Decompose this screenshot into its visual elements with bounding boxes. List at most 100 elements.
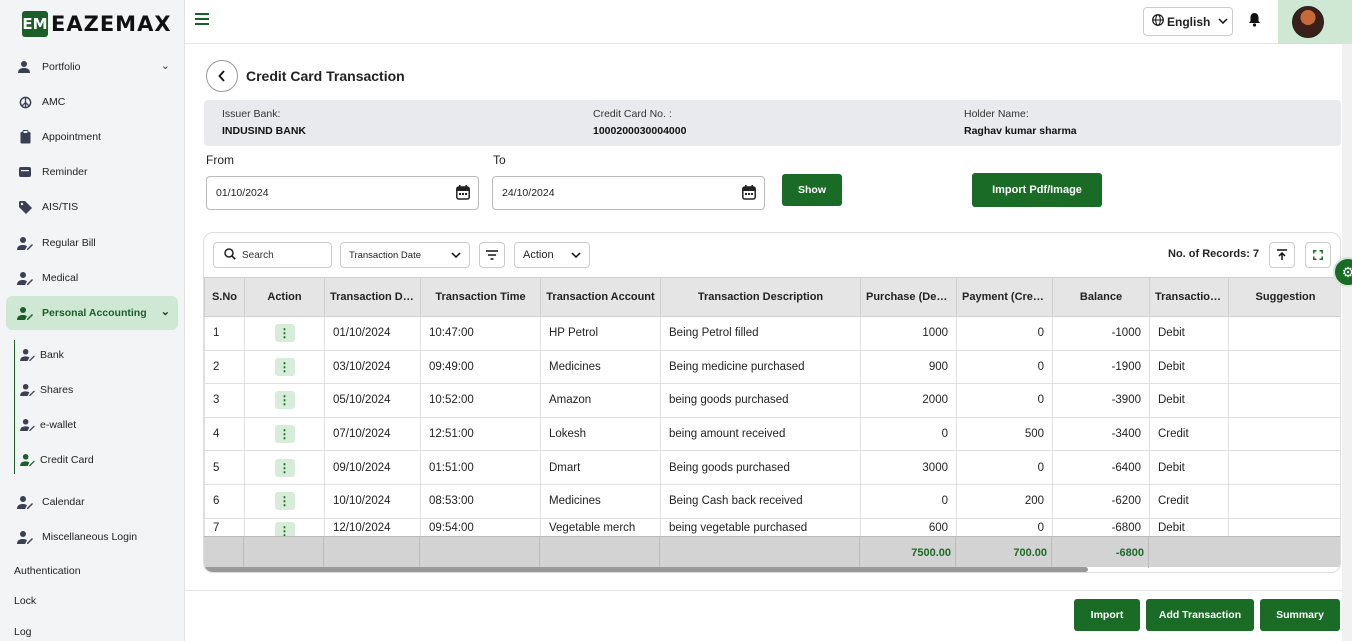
back-button[interactable]	[206, 60, 238, 92]
totals-cell	[660, 537, 860, 568]
table-row[interactable]: 6 ⋮ 10/10/2024 08:53:00 Medicines Being …	[204, 483, 1340, 519]
sidebar-item-label: Personal Accounting	[42, 307, 147, 319]
cell-action: ⋮	[244, 450, 325, 485]
sidebar-item-authentication[interactable]: Authentication	[14, 565, 81, 577]
sidebar-subitem-bank[interactable]: Bank	[18, 342, 64, 368]
column-header[interactable]: Transaction Date	[324, 277, 421, 317]
column-header[interactable]: Action	[244, 277, 325, 317]
column-header[interactable]: Suggestion	[1228, 277, 1340, 317]
sidebar-item-label: Regular Bill	[42, 237, 96, 249]
sidebar-item-amc[interactable]: AMC	[6, 85, 178, 119]
more-vertical-icon[interactable]: ⋮	[274, 391, 295, 410]
sidebar-item-label: Medical	[42, 272, 79, 284]
cell-time: 10:52:00	[420, 383, 541, 418]
sidebar-item-portfolio[interactable]: Portfolio ⌄	[6, 50, 178, 84]
tag-icon	[14, 200, 36, 214]
sidebar-subitem-credit-card[interactable]: Credit Card	[18, 447, 94, 473]
table-row[interactable]: 1 ⋮ 01/10/2024 10:47:00 HP Petrol Being …	[204, 316, 1340, 351]
bell-icon[interactable]	[1248, 12, 1261, 32]
cell-suggestion	[1228, 316, 1340, 351]
table-row[interactable]: 3 ⋮ 05/10/2024 10:52:00 Amazon being goo…	[204, 383, 1340, 418]
sidebar-subitem-label: Shares	[40, 384, 74, 396]
total-purchase: 7500.00	[860, 537, 956, 568]
sidebar-item-personal-accounting[interactable]: Personal Accounting ⌄	[6, 296, 178, 330]
sidebar-item-reminder[interactable]: Reminder	[6, 155, 178, 189]
user-edit-icon	[18, 454, 36, 466]
cell-purchase: 1000	[860, 316, 957, 351]
column-header[interactable]: Transaction Time	[420, 277, 541, 317]
sidebar-item-lock[interactable]: Lock	[14, 595, 36, 607]
cell-sno: 5	[204, 450, 245, 485]
column-header[interactable]: Transaction Type	[1149, 277, 1229, 317]
table-row[interactable]: 4 ⋮ 07/10/2024 12:51:00 Lokesh being amo…	[204, 416, 1340, 452]
action-select[interactable]: Action	[514, 242, 590, 268]
sidebar-subitem-e-wallet[interactable]: e-wallet	[18, 412, 76, 438]
add-transaction-button[interactable]: Add Transaction	[1146, 599, 1254, 631]
sidebar-subitem-label: Bank	[40, 349, 64, 361]
sidebar-item-calendar[interactable]: Calendar	[6, 485, 178, 519]
sidebar-item-ais-tis[interactable]: AIS/TIS	[6, 190, 178, 224]
cell-date: 03/10/2024	[324, 349, 421, 385]
column-header[interactable]: Balance	[1052, 277, 1150, 317]
calendar-icon[interactable]	[456, 185, 470, 203]
import-pdf-button[interactable]: Import Pdf/Image	[972, 173, 1102, 207]
reminder-icon	[14, 167, 36, 177]
language-select[interactable]: English	[1143, 7, 1233, 36]
sidebar-item-medical[interactable]: Medical	[6, 261, 178, 295]
column-header[interactable]: Transaction Account	[540, 277, 661, 317]
sidebar-item-miscellaneous-login[interactable]: Miscellaneous Login	[6, 520, 178, 554]
from-date-field[interactable]: 01/10/2024	[206, 176, 479, 210]
brand-logo[interactable]: EM EAZEMAX	[22, 11, 172, 37]
summary-button[interactable]: Summary	[1260, 599, 1340, 631]
column-header[interactable]: S.No	[204, 277, 245, 317]
cell-description: Being Cash back received	[660, 483, 861, 519]
sidebar-item-regular-bill[interactable]: Regular Bill	[6, 226, 178, 260]
profile-area[interactable]	[1278, 0, 1352, 44]
column-header[interactable]: Transaction Description	[660, 277, 861, 317]
submenu-line	[14, 340, 15, 474]
cell-purchase: 0	[860, 483, 957, 519]
cell-payment: 0	[956, 349, 1053, 385]
sidebar-item-log[interactable]: Log	[14, 626, 32, 638]
more-vertical-icon[interactable]: ⋮	[274, 357, 295, 376]
scroll-top-icon[interactable]	[1269, 242, 1295, 268]
sidebar-item-appointment[interactable]: Appointment	[6, 120, 178, 154]
import-button[interactable]: Import	[1074, 599, 1140, 631]
column-header[interactable]: Payment (Credit)	[956, 277, 1053, 317]
more-vertical-icon[interactable]: ⋮	[274, 458, 295, 477]
globe-icon	[1152, 14, 1164, 29]
horizontal-scrollbar[interactable]	[204, 567, 1088, 572]
total-payment: 700.00	[956, 537, 1052, 568]
avatar[interactable]	[1292, 6, 1324, 38]
calendar-icon[interactable]	[742, 185, 756, 203]
filter-icon[interactable]	[479, 242, 505, 268]
cell-balance: -6200	[1052, 483, 1150, 519]
sidebar-item-label: Reminder	[42, 166, 88, 178]
totals-cell	[540, 537, 660, 568]
table-header-row: S.No Action Transaction Date Transaction…	[204, 277, 1340, 317]
date-filter-select[interactable]: Transaction Date	[340, 242, 470, 268]
show-button[interactable]: Show	[782, 174, 842, 206]
totals-row: 7500.00 700.00 -6800	[204, 536, 1340, 568]
from-date-value: 01/10/2024	[216, 187, 269, 199]
more-vertical-icon[interactable]: ⋮	[274, 324, 295, 343]
fullscreen-icon[interactable]	[1305, 242, 1331, 268]
brand-name: EAZEMAX	[51, 12, 172, 36]
more-vertical-icon[interactable]: ⋮	[274, 492, 295, 511]
more-vertical-icon[interactable]: ⋮	[274, 425, 295, 444]
to-label: To	[493, 153, 506, 167]
from-label: From	[206, 153, 234, 167]
search-input[interactable]: Search	[213, 242, 332, 268]
column-header[interactable]: Purchase (Debit)	[860, 277, 957, 317]
menu-icon[interactable]	[195, 13, 209, 25]
table-row[interactable]: 5 ⋮ 09/10/2024 01:51:00 Dmart Being good…	[204, 450, 1340, 485]
sidebar-subitem-shares[interactable]: Shares	[18, 377, 73, 403]
table-row[interactable]: 2 ⋮ 03/10/2024 09:49:00 Medicines Being …	[204, 349, 1340, 385]
cell-date: 09/10/2024	[324, 450, 421, 485]
language-label: English	[1167, 14, 1211, 29]
user-edit-icon	[18, 349, 36, 361]
to-date-field[interactable]: 24/10/2024	[492, 176, 765, 210]
cell-account: Lokesh	[540, 416, 661, 452]
cell-action: ⋮	[244, 316, 325, 351]
vertical-scrollbar[interactable]	[1342, 44, 1352, 641]
